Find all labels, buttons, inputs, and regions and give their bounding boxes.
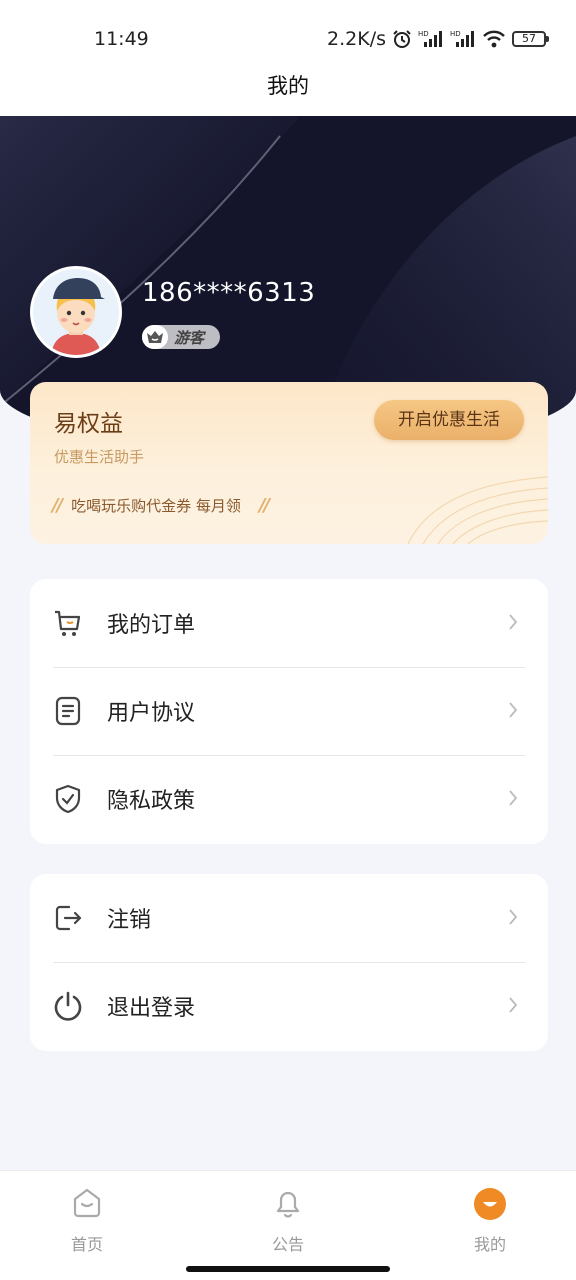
bell-icon: [270, 1185, 306, 1221]
logout-icon: [52, 902, 84, 934]
menu-item-deregister[interactable]: 注销: [30, 874, 548, 962]
network-speed: 2.2K/s: [327, 28, 386, 50]
hd-signal-icon: HD: [418, 29, 444, 49]
benefit-slogan-text: 吃喝玩乐购代金券 每月领: [71, 497, 241, 515]
status-bar: 11:49 2.2K/s HD HD 57: [0, 0, 576, 62]
avatar[interactable]: [30, 266, 122, 358]
menu-item-label: 我的订单: [107, 613, 196, 638]
tab-announcements[interactable]: 公告: [228, 1181, 348, 1255]
hd-signal-icon: HD: [450, 29, 476, 49]
home-face-icon: [69, 1185, 105, 1221]
nav-bar: 我的: [0, 62, 576, 116]
bottom-tab-bar: 首页 公告 我的: [0, 1170, 576, 1280]
benefit-slogan: // 吃喝玩乐购代金券 每月领 //: [52, 495, 270, 516]
benefit-title: 易权益: [54, 411, 123, 437]
menu-item-privacy-policy[interactable]: 隐私政策: [30, 755, 548, 843]
document-icon: [52, 695, 84, 727]
status-time: 11:49: [94, 28, 149, 50]
menu-item-label: 隐私政策: [107, 789, 196, 814]
menu-item-orders[interactable]: 我的订单: [30, 579, 548, 667]
guest-badge: 游客: [142, 325, 220, 349]
alarm-icon: [392, 29, 412, 49]
chevron-right-icon: [508, 613, 518, 635]
slash-decoration-right: //: [258, 495, 270, 516]
svg-text:HD: HD: [418, 30, 429, 38]
menu-item-label: 用户协议: [107, 701, 196, 726]
status-icons: 2.2K/s HD HD 57: [327, 26, 549, 52]
tab-home[interactable]: 首页: [27, 1181, 147, 1255]
tab-mine[interactable]: 我的: [430, 1181, 550, 1255]
chevron-right-icon: [508, 701, 518, 723]
home-indicator: [186, 1266, 390, 1272]
user-avatar-icon: [33, 269, 119, 355]
shield-check-icon: [52, 783, 84, 815]
menu-item-label: 注销: [107, 908, 152, 933]
slash-decoration-left: //: [52, 495, 63, 516]
svg-text:HD: HD: [450, 30, 461, 38]
battery-icon: 57: [512, 31, 549, 47]
menu-item-logout[interactable]: 退出登录: [30, 962, 548, 1050]
profile-face-icon: [472, 1185, 508, 1221]
crown-icon: [142, 325, 168, 349]
card-wave-decoration: [407, 476, 548, 544]
main-menu-card: 我的订单 用户协议 隐私政策: [30, 579, 548, 844]
power-icon: [52, 990, 84, 1022]
open-benefit-button[interactable]: 开启优惠生活: [374, 400, 524, 440]
tab-label: 首页: [70, 1235, 103, 1254]
tab-label: 我的: [473, 1235, 506, 1254]
menu-item-user-agreement[interactable]: 用户协议: [30, 667, 548, 755]
guest-label: 游客: [174, 328, 205, 347]
chevron-right-icon: [508, 789, 518, 811]
cart-icon: [52, 607, 84, 639]
user-phone: 186****6313: [142, 278, 316, 308]
chevron-right-icon: [508, 996, 518, 1018]
benefit-subtitle: 优惠生活助手: [54, 448, 145, 466]
menu-item-label: 退出登录: [107, 996, 196, 1021]
wifi-icon: [482, 29, 506, 49]
tab-label: 公告: [271, 1235, 304, 1254]
page-title: 我的: [267, 74, 309, 98]
benefit-card[interactable]: 易权益 优惠生活助手 开启优惠生活 // 吃喝玩乐购代金券 每月领 //: [30, 382, 548, 544]
account-menu-card: 注销 退出登录: [30, 874, 548, 1051]
chevron-right-icon: [508, 908, 518, 930]
